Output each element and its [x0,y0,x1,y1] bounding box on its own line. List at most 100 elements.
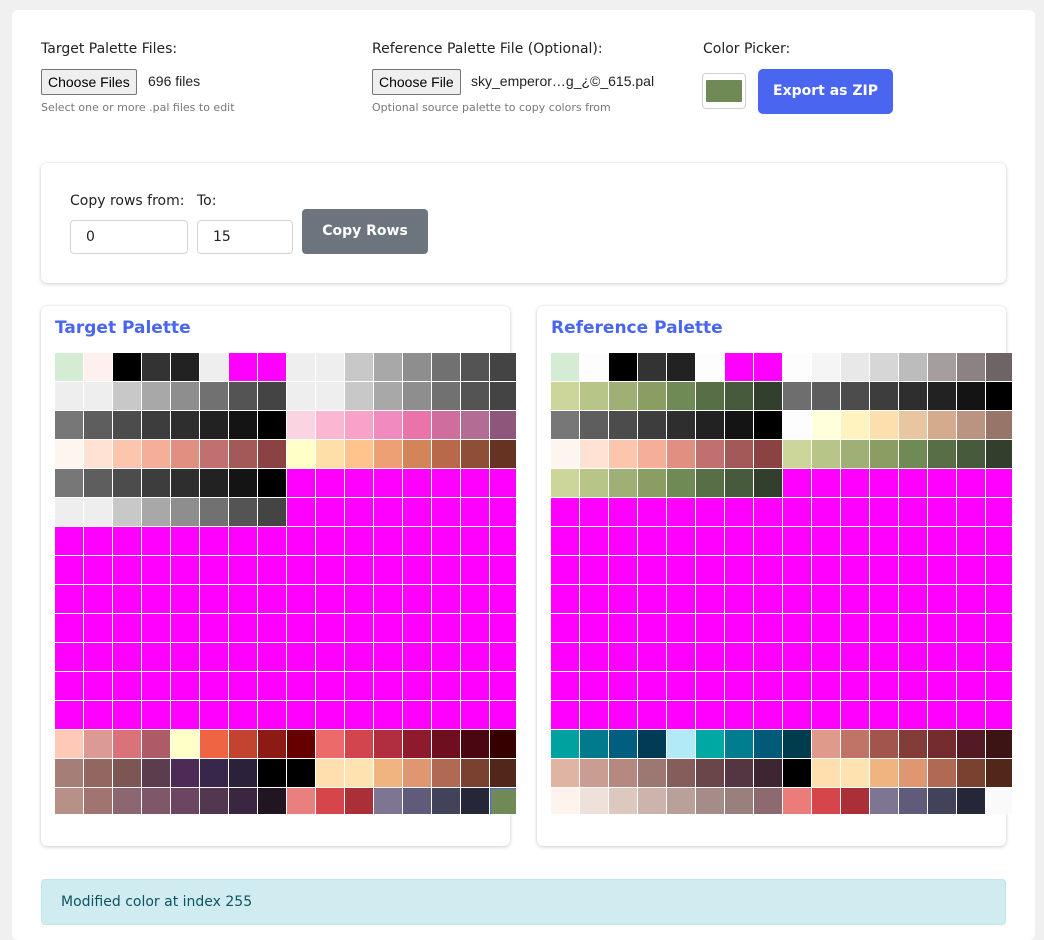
copy-to-input[interactable]: 15 [197,220,293,254]
reference-palette-color-cell[interactable] [580,440,609,469]
reference-palette-color-cell[interactable] [638,585,667,614]
target-palette-color-cell[interactable] [200,527,229,556]
target-palette-color-cell[interactable] [113,469,142,498]
target-palette-color-cell[interactable] [171,788,200,814]
target-palette-color-cell[interactable] [490,701,516,730]
reference-palette-color-cell[interactable] [928,411,957,440]
target-palette-color-cell[interactable] [345,585,374,614]
target-palette-color-cell[interactable] [200,759,229,788]
target-palette-color-cell[interactable] [84,730,113,759]
reference-palette-color-cell[interactable] [696,469,725,498]
target-palette-color-cell[interactable] [113,614,142,643]
reference-palette-color-cell[interactable] [754,643,783,672]
target-palette-color-cell[interactable] [374,788,403,814]
target-palette-color-cell[interactable] [229,643,258,672]
target-palette-color-cell[interactable] [374,585,403,614]
target-palette-color-cell[interactable] [403,701,432,730]
reference-palette-color-cell[interactable] [754,498,783,527]
reference-palette-color-cell[interactable] [899,730,928,759]
reference-palette-color-cell[interactable] [609,701,638,730]
reference-palette-color-cell[interactable] [957,759,986,788]
target-palette-color-cell[interactable] [113,440,142,469]
reference-palette-color-cell[interactable] [551,672,580,701]
copy-rows-button[interactable]: Copy Rows [302,209,428,254]
reference-palette-color-cell[interactable] [609,672,638,701]
reference-palette-color-cell[interactable] [551,469,580,498]
target-palette-color-cell[interactable] [142,614,171,643]
target-palette-color-cell[interactable] [345,788,374,814]
target-palette-color-cell[interactable] [171,527,200,556]
reference-palette-color-cell[interactable] [957,469,986,498]
target-palette-color-cell[interactable] [229,788,258,814]
reference-palette-color-cell[interactable] [783,614,812,643]
reference-palette-color-cell[interactable] [754,527,783,556]
target-palette-color-cell[interactable] [374,730,403,759]
target-palette-color-cell[interactable] [229,585,258,614]
reference-palette-color-cell[interactable] [667,498,696,527]
target-palette-color-cell[interactable] [55,527,84,556]
target-palette-color-cell[interactable] [55,440,84,469]
target-palette-color-cell[interactable] [84,353,113,382]
target-palette-color-cell[interactable] [229,701,258,730]
reference-palette-color-cell[interactable] [870,672,899,701]
reference-palette-color-cell[interactable] [870,527,899,556]
target-palette-color-cell[interactable] [84,614,113,643]
target-palette-color-cell[interactable] [142,672,171,701]
reference-palette-color-cell[interactable] [609,411,638,440]
reference-palette-color-cell[interactable] [551,498,580,527]
target-palette-color-cell[interactable] [171,411,200,440]
reference-palette-color-cell[interactable] [783,527,812,556]
reference-palette-color-cell[interactable] [928,759,957,788]
reference-palette-color-cell[interactable] [899,411,928,440]
target-palette-color-cell[interactable] [403,527,432,556]
target-palette-color-cell[interactable] [287,585,316,614]
target-palette-color-cell[interactable] [316,556,345,585]
reference-palette-color-cell[interactable] [928,672,957,701]
reference-palette-color-cell[interactable] [870,469,899,498]
reference-palette-color-cell[interactable] [580,411,609,440]
reference-palette-color-cell[interactable] [754,672,783,701]
reference-palette-color-cell[interactable] [580,353,609,382]
reference-palette-color-cell[interactable] [841,585,870,614]
target-palette-color-cell[interactable] [432,672,461,701]
reference-palette-color-cell[interactable] [696,382,725,411]
reference-palette-color-cell[interactable] [841,527,870,556]
target-palette-color-cell[interactable] [171,759,200,788]
target-palette-color-cell[interactable] [403,469,432,498]
reference-palette-color-cell[interactable] [754,382,783,411]
target-palette-color-cell[interactable] [84,556,113,585]
target-palette-color-cell[interactable] [200,556,229,585]
target-palette-color-cell[interactable] [171,614,200,643]
target-palette-color-cell[interactable] [374,701,403,730]
target-palette-color-cell[interactable] [403,440,432,469]
reference-palette-color-cell[interactable] [783,353,812,382]
reference-palette-color-cell[interactable] [609,556,638,585]
target-palette-color-cell[interactable] [229,759,258,788]
reference-palette-color-cell[interactable] [957,701,986,730]
target-palette-color-cell[interactable] [258,672,287,701]
target-palette-color-cell[interactable] [461,759,490,788]
target-palette-color-cell[interactable] [200,614,229,643]
target-palette-color-cell[interactable] [316,527,345,556]
target-palette-color-cell[interactable] [345,440,374,469]
reference-palette-color-cell[interactable] [667,614,696,643]
reference-palette-color-cell[interactable] [667,672,696,701]
target-palette-color-cell[interactable] [461,382,490,411]
target-palette-color-cell[interactable] [113,527,142,556]
reference-palette-color-cell[interactable] [812,643,841,672]
target-palette-color-cell[interactable] [490,382,516,411]
reference-palette-color-cell[interactable] [870,353,899,382]
target-palette-color-cell[interactable] [316,353,345,382]
target-palette-color-cell[interactable] [171,382,200,411]
reference-palette-color-cell[interactable] [986,788,1012,814]
reference-palette-color-cell[interactable] [899,440,928,469]
target-palette-color-cell[interactable] [113,353,142,382]
target-palette-color-cell[interactable] [345,672,374,701]
target-palette-color-cell[interactable] [287,440,316,469]
reference-palette-color-cell[interactable] [783,701,812,730]
target-palette-color-cell[interactable] [490,759,516,788]
reference-palette-color-cell[interactable] [638,759,667,788]
reference-palette-color-cell[interactable] [812,411,841,440]
target-palette-color-cell[interactable] [316,498,345,527]
reference-palette-color-cell[interactable] [812,469,841,498]
